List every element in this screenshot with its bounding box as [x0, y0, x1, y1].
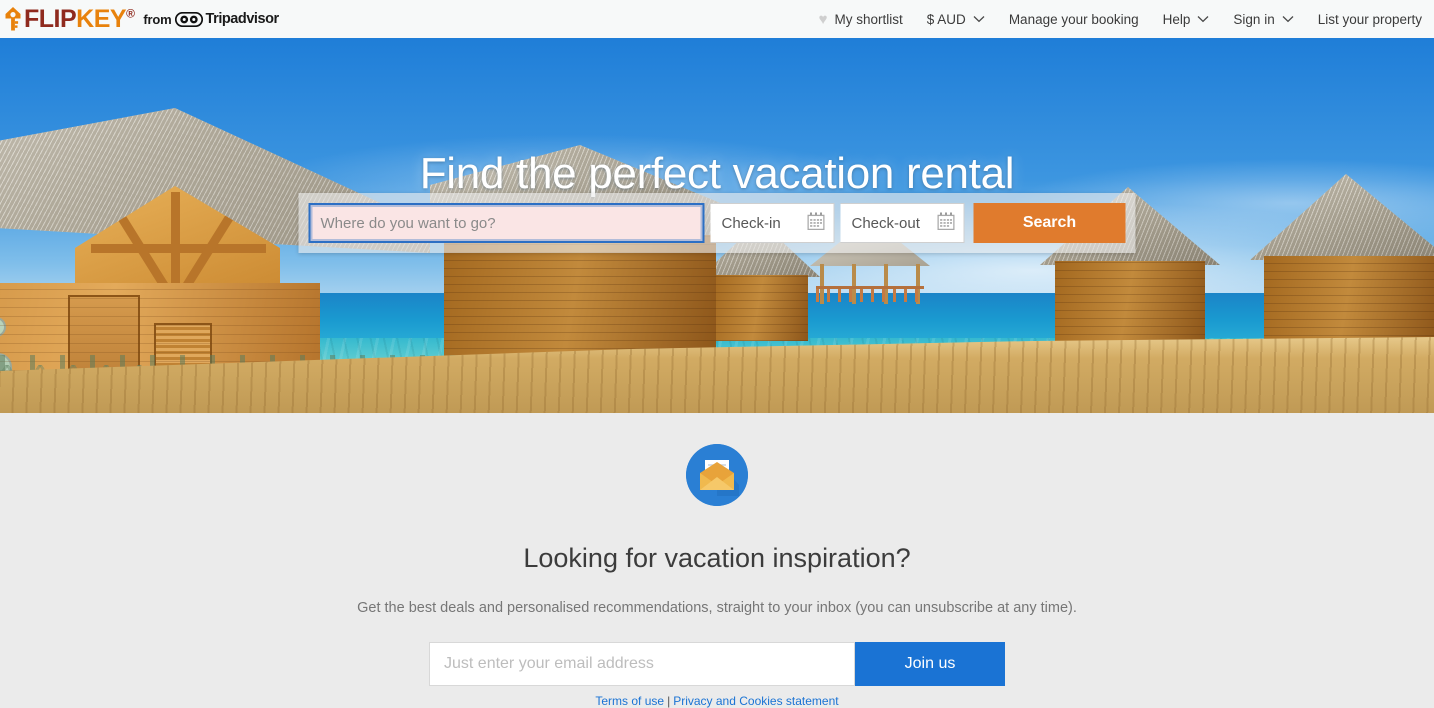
- tripadvisor-wordmark: Tripadvisor: [205, 11, 280, 27]
- hero-banner: Find the perfect vacation rental Check-i…: [0, 38, 1434, 413]
- legal-separator: |: [667, 694, 671, 708]
- search-widget: Check-in: [298, 193, 1136, 253]
- checkin-label: Check-in: [721, 214, 781, 232]
- nav-label-list-your-property: List your property: [1317, 11, 1422, 27]
- privacy-link[interactable]: Privacy and Cookies statement: [673, 694, 838, 708]
- nav-label-currency: $ AUD: [926, 11, 966, 27]
- email-input[interactable]: [429, 642, 855, 686]
- join-us-button[interactable]: Join us: [855, 642, 1005, 686]
- chevron-down-icon: [1197, 15, 1209, 23]
- newsletter-section: Looking for vacation inspiration? Get th…: [0, 413, 1434, 708]
- calendar-icon: [937, 212, 955, 234]
- nav-label-my-shortlist: My shortlist: [834, 11, 903, 27]
- logo-flip-text: FLIP: [24, 4, 77, 33]
- flipkey-logo[interactable]: FLIPKEY® from Tripadvisor: [0, 6, 279, 32]
- nav-item-help[interactable]: Help: [1163, 12, 1210, 27]
- nav-item-currency[interactable]: $ AUD: [927, 12, 985, 27]
- search-row: Check-in: [308, 203, 1126, 243]
- nav-label-sign-in: Sign in: [1233, 11, 1275, 27]
- chevron-down-icon: [1282, 15, 1294, 23]
- hero-bungalow-right: [1250, 174, 1434, 352]
- open-envelope-icon: [686, 444, 748, 506]
- newsletter-title: Looking for vacation inspiration?: [523, 543, 911, 573]
- logo-key-text: KEY: [76, 4, 127, 33]
- chevron-down-icon: [973, 15, 985, 23]
- checkin-field[interactable]: Check-in: [710, 203, 835, 243]
- from-label: from: [143, 11, 172, 27]
- logo-wordmark: FLIPKEY®: [24, 4, 135, 33]
- site-header: FLIPKEY® from Tripadvisor ♥ My shortlist…: [0, 0, 1434, 38]
- tripadvisor-attribution: from Tripadvisor: [143, 11, 280, 27]
- legal-links: Terms of use | Privacy and Cookies stateme…: [0, 694, 1434, 708]
- newsletter-subtitle: Get the best deals and personalised reco…: [357, 600, 1077, 616]
- destination-input[interactable]: [308, 203, 705, 243]
- header-nav: ♥ My shortlist $ AUD Manage your booking…: [819, 12, 1434, 27]
- hero-title: Find the perfect vacation rental: [419, 149, 1015, 199]
- search-button[interactable]: Search: [973, 203, 1126, 243]
- tripadvisor-owl-icon: [174, 11, 203, 27]
- calendar-icon: [807, 212, 825, 234]
- nav-item-my-shortlist[interactable]: ♥ My shortlist: [819, 12, 903, 27]
- logo-trademark: ®: [126, 6, 135, 21]
- nav-item-list-your-property[interactable]: List your property: [1318, 12, 1422, 27]
- heart-icon: ♥: [818, 10, 828, 28]
- terms-of-use-link[interactable]: Terms of use: [595, 694, 664, 708]
- checkout-field[interactable]: Check-out: [840, 203, 965, 243]
- house-key-icon: [4, 6, 22, 32]
- nav-item-sign-in[interactable]: Sign in: [1233, 11, 1294, 27]
- newsletter-signup-form: Join us: [429, 642, 1005, 686]
- nav-label-manage-booking: Manage your booking: [1008, 11, 1139, 27]
- nav-item-manage-booking[interactable]: Manage your booking: [1009, 12, 1139, 27]
- checkout-label: Check-out: [851, 214, 920, 232]
- nav-label-help: Help: [1162, 11, 1191, 27]
